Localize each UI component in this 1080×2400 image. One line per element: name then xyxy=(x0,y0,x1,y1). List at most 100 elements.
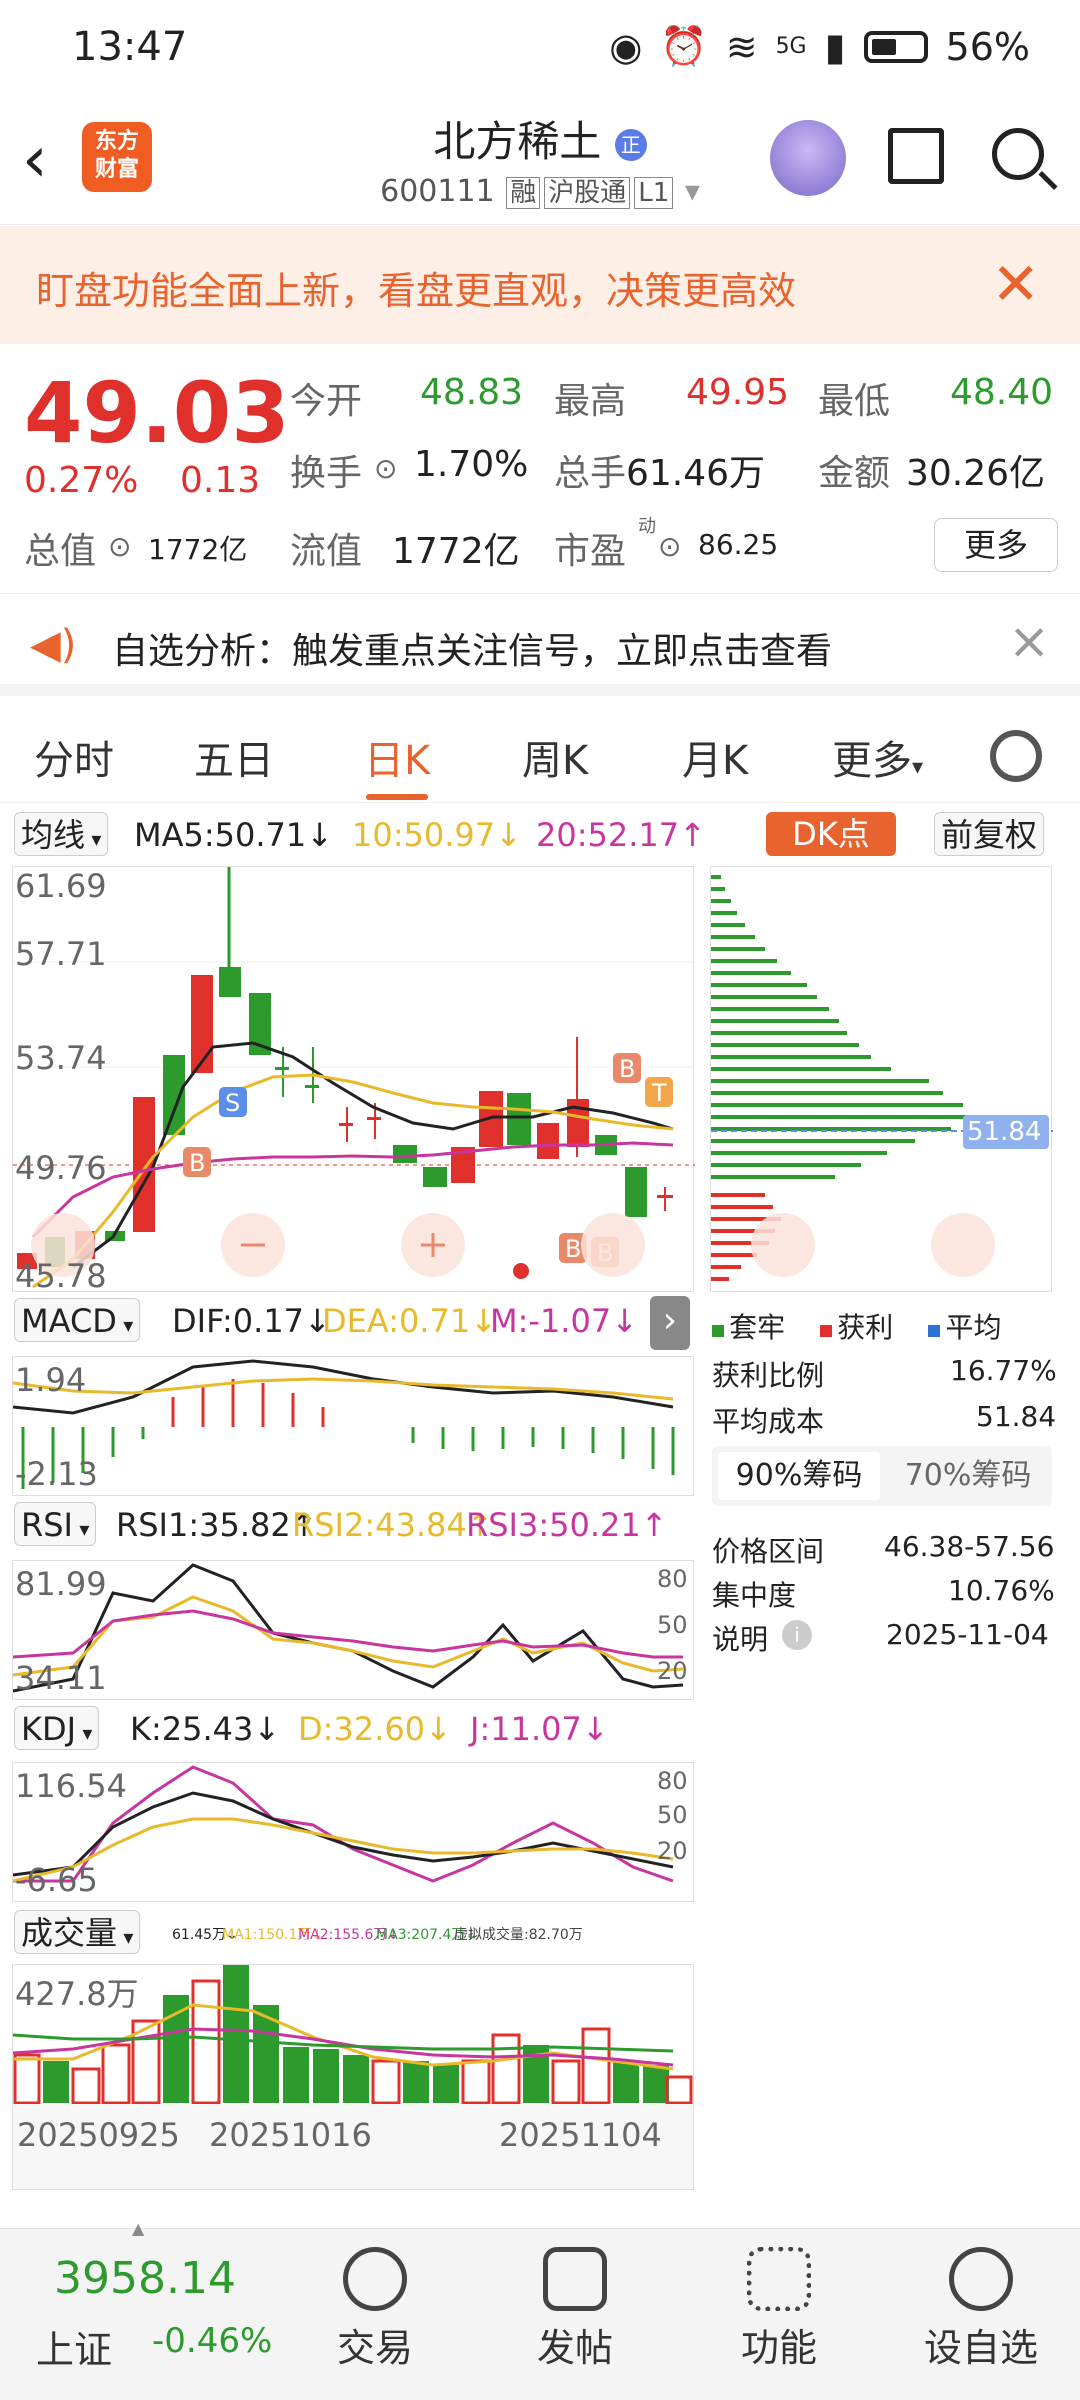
high-label: 最高 xyxy=(554,381,627,422)
low-label: 最低 xyxy=(818,381,891,422)
status-bar: 13:47 ◉ ⏰ ≋ 5G ▮ 56% xyxy=(0,0,1080,100)
volume-y-top: 427.8万 xyxy=(15,1975,139,2013)
stock-name: 北方稀土 xyxy=(433,117,602,166)
stock-code: 600111 xyxy=(380,174,495,209)
volume-value: 61.46万 xyxy=(626,453,766,494)
grid-icon xyxy=(747,2247,811,2311)
macd-dea: DEA:0.71↓ xyxy=(322,1302,498,1340)
tab-chip-70[interactable]: 70%筹码 xyxy=(888,1452,1048,1500)
volume-label: 总手 xyxy=(554,453,627,494)
stock-header: ‹ 东方 财富 北方稀土 正 600111 融沪股通 L1 ▾ xyxy=(0,100,1080,225)
notice-text: 自选分析：触发重点关注信号，立即点击查看 xyxy=(112,631,833,672)
chevron-up-icon[interactable]: ▲ xyxy=(132,2219,144,2238)
kdj-chart[interactable]: 116.54 -6.65 80 50 20 xyxy=(12,1762,694,1902)
chip-svg xyxy=(711,875,1053,1281)
kdj-selector[interactable]: KDJ ▾ xyxy=(14,1706,100,1750)
rsi-level-50: 50 xyxy=(657,1611,688,1639)
concentration-label: 集中度 xyxy=(712,1579,797,1612)
legend-avg: 平均 xyxy=(945,1311,1002,1344)
ma5-value: MA5:50.71↓ xyxy=(134,816,334,854)
quote-panel: 49.03 0.27% 0.13 今开 48.83 最高 49.95 最低 48… xyxy=(0,344,1080,594)
alarm-icon: ⏰ xyxy=(660,24,708,68)
macd-selector[interactable]: MACD ▾ xyxy=(14,1298,141,1342)
volume-virtual: 虚拟成交量:82.70万 xyxy=(454,1927,583,1943)
kline-chart[interactable]: S B B T B B 61.69 57.71 53.74 49.76 45.7… xyxy=(12,866,695,1295)
macd-chart[interactable]: 1.94 -2.13 xyxy=(12,1356,694,1496)
y-label-3: 53.74 xyxy=(15,1039,107,1077)
share-icon[interactable] xyxy=(888,128,944,184)
chevron-right-icon[interactable]: › xyxy=(650,1296,690,1350)
close-icon[interactable]: ✕ xyxy=(991,250,1040,318)
date-label-1: 20250925 xyxy=(17,2116,180,2154)
promo-banner[interactable]: 盯盘功能全面上新，看盘更直观，决策更高效 ✕ xyxy=(0,226,1080,344)
functions-button[interactable]: 功能 xyxy=(714,2247,844,2372)
add-watchlist-label: 设自选 xyxy=(923,2326,1038,2370)
tag-margin: 融 xyxy=(506,177,541,209)
svg-text:B: B xyxy=(189,1149,205,1177)
add-watchlist-button[interactable]: 设自选 xyxy=(916,2247,1046,2372)
ma-selector[interactable]: 均线 ▾ xyxy=(14,812,109,856)
period-tabs: 分时 五日 日K 周K 月K 更多▾ xyxy=(0,708,1080,803)
tab-intraday[interactable]: 分时 xyxy=(34,728,114,786)
chip-legend: 套牢 获利 平均 xyxy=(712,1306,1062,1346)
tab-five-day[interactable]: 五日 xyxy=(194,728,274,786)
open-label: 今开 xyxy=(290,381,363,422)
signal-notice[interactable]: ◀) 自选分析：触发重点关注信号，立即点击查看 × xyxy=(0,596,1080,696)
tab-more[interactable]: 更多▾ xyxy=(832,728,923,786)
dk-point-button[interactable]: DK点 xyxy=(766,812,896,856)
svg-text:T: T xyxy=(651,1079,667,1107)
pe-value: 86.25 xyxy=(698,528,779,561)
ma-selector-label: 均线 xyxy=(21,816,86,854)
ai-assistant-avatar[interactable] xyxy=(770,120,846,196)
info-icon[interactable]: i xyxy=(782,1620,812,1650)
rsi-selector[interactable]: RSI ▾ xyxy=(14,1502,97,1546)
volume-selector[interactable]: 成交量 ▾ xyxy=(14,1910,141,1954)
pe-superscript: 动 xyxy=(638,516,656,537)
y-label-5: 45.78 xyxy=(15,1257,107,1295)
chip-avg-price-tag: 51.84 xyxy=(967,1117,1042,1147)
volume-chart[interactable]: 427.8万 xyxy=(12,1964,694,2105)
index-name[interactable]: 上证 xyxy=(36,2319,112,2374)
rsi-chart[interactable]: 81.99 34.11 80 50 20 xyxy=(12,1560,694,1700)
rsi1-value: RSI1:35.82↑ xyxy=(116,1506,318,1544)
macd-y-top: 1.94 xyxy=(15,1361,87,1399)
tab-monthly-k[interactable]: 月K xyxy=(682,728,748,786)
info-icon[interactable]: ⊙ xyxy=(108,530,131,563)
macd-dif: DIF:0.17↓ xyxy=(172,1302,331,1340)
index-value[interactable]: 3958.14 xyxy=(54,2253,236,2304)
info-icon[interactable]: ⊙ xyxy=(658,530,681,563)
note-date: 2025-11-04 xyxy=(886,1618,1049,1651)
tab-daily-k[interactable]: 日K xyxy=(364,728,430,786)
search-icon[interactable] xyxy=(992,128,1044,180)
low-value: 48.40 xyxy=(950,372,1054,413)
amount-label: 金额 xyxy=(818,453,891,494)
post-button[interactable]: 发帖 xyxy=(510,2247,640,2372)
macd-m: M:-1.07↓ xyxy=(490,1302,638,1340)
tag-connect: 沪股通 xyxy=(544,177,631,209)
yen-icon xyxy=(343,2247,407,2311)
high-value: 49.95 xyxy=(686,372,790,413)
float-label: 流值 xyxy=(290,531,363,572)
more-button[interactable]: 更多 xyxy=(934,518,1058,572)
status-time: 13:47 xyxy=(72,24,188,70)
info-icon[interactable]: ⊙ xyxy=(374,452,397,485)
battery-icon xyxy=(863,30,928,63)
tab-chip-90[interactable]: 90%筹码 xyxy=(718,1452,880,1500)
pe-label: 市盈 xyxy=(554,531,627,572)
avg-cost-value: 51.84 xyxy=(976,1400,1057,1433)
active-tab-indicator xyxy=(366,794,428,800)
close-icon[interactable]: × xyxy=(1008,612,1050,670)
kdj-y-top: 116.54 xyxy=(15,1767,127,1805)
chip-distribution-chart[interactable]: 51.84 xyxy=(710,866,1053,1292)
gear-icon[interactable] xyxy=(990,730,1042,782)
rsi-selector-label: RSI xyxy=(21,1506,73,1544)
index-change[interactable]: -0.46% xyxy=(152,2321,272,2361)
tab-weekly-k[interactable]: 周K xyxy=(522,728,588,786)
adjust-button[interactable]: 前复权 xyxy=(934,812,1045,856)
y-label-2: 57.71 xyxy=(15,935,107,973)
signal-icon: ▮ xyxy=(824,24,846,69)
volume-selector-label: 成交量 xyxy=(21,1914,118,1952)
avg-cost-label: 平均成本 xyxy=(712,1405,825,1438)
rsi-level-20: 20 xyxy=(657,1657,688,1685)
trade-button[interactable]: 交易 xyxy=(310,2247,440,2372)
